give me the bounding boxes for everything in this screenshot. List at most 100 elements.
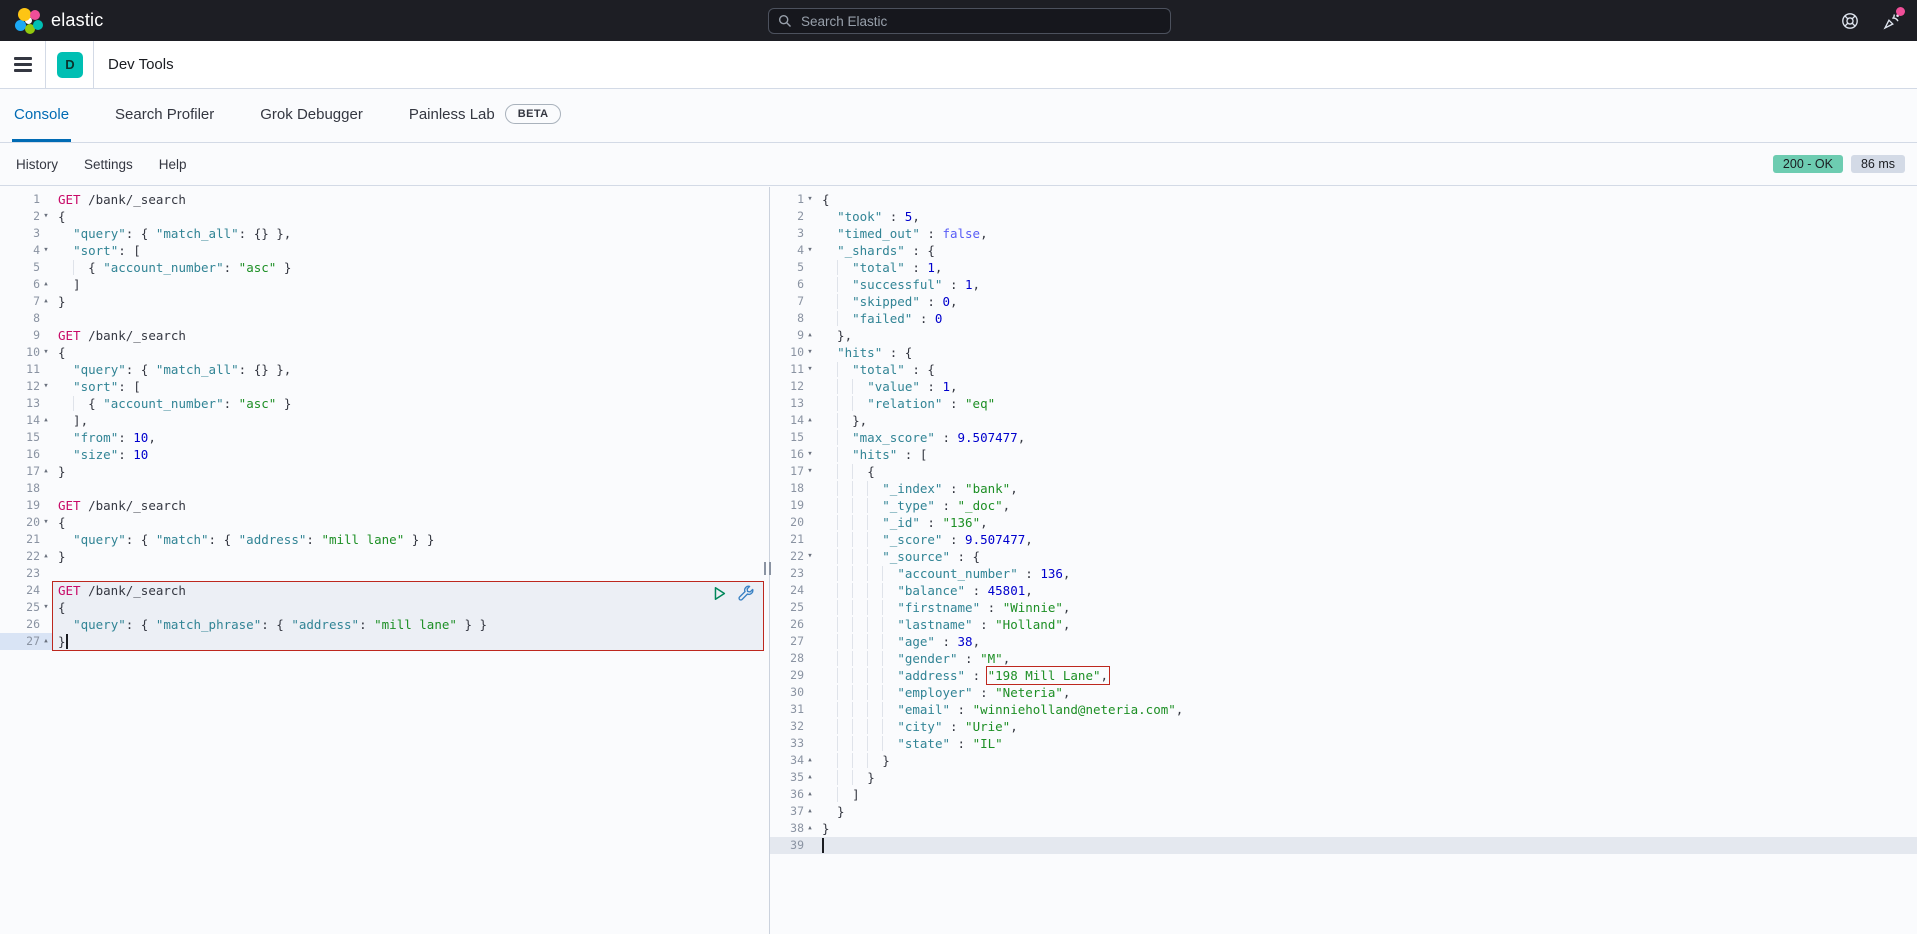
- fold-toggle-icon[interactable]: ▾: [804, 242, 816, 259]
- code-line-7[interactable]: 7 "skipped" : 0,: [770, 293, 1917, 310]
- code-line-6[interactable]: 6 "successful" : 1,: [770, 276, 1917, 293]
- code-line-4[interactable]: 4▾ "_shards" : {: [770, 242, 1917, 259]
- code-line-19[interactable]: 19GET /bank/_search: [0, 497, 769, 514]
- code-line-25[interactable]: 25 "firstname" : "Winnie",: [770, 599, 1917, 616]
- elastic-logo[interactable]: elastic: [0, 7, 260, 35]
- code-line-18[interactable]: 18 "_index" : "bank",: [770, 480, 1917, 497]
- menu-icon[interactable]: [0, 41, 46, 88]
- code-line-22[interactable]: 22▾ "_source" : {: [770, 548, 1917, 565]
- request-editor[interactable]: 1GET /bank/_search2▾{3 "query": { "match…: [0, 187, 770, 934]
- response-editor[interactable]: 1▾{2 "took" : 5,3 "timed_out" : false,4▾…: [770, 187, 1917, 934]
- code-line-13[interactable]: 13 "relation" : "eq": [770, 395, 1917, 412]
- space-badge[interactable]: D: [57, 52, 83, 78]
- code-line-8[interactable]: 8 "failed" : 0: [770, 310, 1917, 327]
- fold-toggle-icon[interactable]: ▴: [40, 293, 52, 310]
- tab-grok-debugger[interactable]: Grok Debugger: [258, 89, 365, 142]
- code-line-17[interactable]: 17▾ {: [770, 463, 1917, 480]
- panel-resize-handle[interactable]: [764, 562, 771, 575]
- fold-toggle-icon[interactable]: ▴: [40, 412, 52, 429]
- code-line-27[interactable]: 27 "age" : 38,: [770, 633, 1917, 650]
- search-input[interactable]: [768, 8, 1171, 34]
- tab-painless-lab[interactable]: Painless Lab BETA: [407, 89, 564, 142]
- code-line-2[interactable]: 2 "took" : 5,: [770, 208, 1917, 225]
- code-line-20[interactable]: 20 "_id" : "136",: [770, 514, 1917, 531]
- code-line-36[interactable]: 36▴ ]: [770, 786, 1917, 803]
- code-line-9[interactable]: 9▴ },: [770, 327, 1917, 344]
- code-line-33[interactable]: 33 "state" : "IL": [770, 735, 1917, 752]
- code-line-26[interactable]: 26 "query": { "match_phrase": { "address…: [0, 616, 769, 633]
- settings-button[interactable]: Settings: [84, 157, 133, 172]
- wrench-icon[interactable]: [738, 585, 755, 602]
- code-line-5[interactable]: 5 { "account_number": "asc" }: [0, 259, 769, 276]
- send-request-button[interactable]: [711, 585, 728, 602]
- code-line-2[interactable]: 2▾{: [0, 208, 769, 225]
- newsfeed-icon[interactable]: [1883, 12, 1901, 30]
- fold-toggle-icon[interactable]: ▴: [804, 803, 816, 820]
- code-line-10[interactable]: 10▾ "hits" : {: [770, 344, 1917, 361]
- code-line-8[interactable]: 8: [0, 310, 769, 327]
- code-line-13[interactable]: 13 { "account_number": "asc" }: [0, 395, 769, 412]
- help-icon[interactable]: [1841, 12, 1859, 30]
- code-line-31[interactable]: 31 "email" : "winnieholland@neteria.com"…: [770, 701, 1917, 718]
- code-line-16[interactable]: 16 "size": 10: [0, 446, 769, 463]
- code-line-19[interactable]: 19 "_type" : "_doc",: [770, 497, 1917, 514]
- code-line-14[interactable]: 14▴ },: [770, 412, 1917, 429]
- help-button[interactable]: Help: [159, 157, 187, 172]
- code-line-24[interactable]: 24 "balance" : 45801,: [770, 582, 1917, 599]
- code-line-23[interactable]: 23: [0, 565, 769, 582]
- fold-toggle-icon[interactable]: ▾: [40, 599, 52, 616]
- code-line-1[interactable]: 1▾{: [770, 191, 1917, 208]
- fold-toggle-icon[interactable]: ▾: [40, 514, 52, 531]
- fold-toggle-icon[interactable]: ▾: [804, 191, 816, 208]
- code-line-21[interactable]: 21 "_score" : 9.507477,: [770, 531, 1917, 548]
- code-line-16[interactable]: 16▾ "hits" : [: [770, 446, 1917, 463]
- code-line-25[interactable]: 25▾{: [0, 599, 769, 616]
- fold-toggle-icon[interactable]: ▴: [804, 769, 816, 786]
- code-line-4[interactable]: 4▾ "sort": [: [0, 242, 769, 259]
- code-line-37[interactable]: 37▴ }: [770, 803, 1917, 820]
- code-line-5[interactable]: 5 "total" : 1,: [770, 259, 1917, 276]
- code-line-9[interactable]: 9GET /bank/_search: [0, 327, 769, 344]
- code-line-10[interactable]: 10▾{: [0, 344, 769, 361]
- fold-toggle-icon[interactable]: ▴: [40, 548, 52, 565]
- fold-toggle-icon[interactable]: ▾: [804, 344, 816, 361]
- code-line-39[interactable]: 39: [770, 837, 1917, 854]
- tab-console[interactable]: Console: [12, 89, 71, 142]
- code-line-24[interactable]: 24GET /bank/_search: [0, 582, 769, 599]
- code-line-6[interactable]: 6▴ ]: [0, 276, 769, 293]
- fold-toggle-icon[interactable]: ▾: [40, 378, 52, 395]
- fold-toggle-icon[interactable]: ▴: [804, 820, 816, 837]
- code-line-27[interactable]: 27▴}: [0, 633, 769, 650]
- code-line-38[interactable]: 38▴}: [770, 820, 1917, 837]
- code-line-26[interactable]: 26 "lastname" : "Holland",: [770, 616, 1917, 633]
- code-line-3[interactable]: 3 "timed_out" : false,: [770, 225, 1917, 242]
- code-line-7[interactable]: 7▴}: [0, 293, 769, 310]
- code-line-32[interactable]: 32 "city" : "Urie",: [770, 718, 1917, 735]
- code-line-29[interactable]: 29 "address" : "198 Mill Lane",: [770, 667, 1917, 684]
- code-line-30[interactable]: 30 "employer" : "Neteria",: [770, 684, 1917, 701]
- fold-toggle-icon[interactable]: ▴: [804, 412, 816, 429]
- fold-toggle-icon[interactable]: ▾: [40, 242, 52, 259]
- history-button[interactable]: History: [16, 157, 58, 172]
- code-line-12[interactable]: 12▾ "sort": [: [0, 378, 769, 395]
- code-line-35[interactable]: 35▴ }: [770, 769, 1917, 786]
- code-line-18[interactable]: 18: [0, 480, 769, 497]
- code-line-20[interactable]: 20▾{: [0, 514, 769, 531]
- fold-toggle-icon[interactable]: ▾: [804, 463, 816, 480]
- fold-toggle-icon[interactable]: ▴: [40, 276, 52, 293]
- code-line-17[interactable]: 17▴}: [0, 463, 769, 480]
- fold-toggle-icon[interactable]: ▴: [804, 327, 816, 344]
- code-line-11[interactable]: 11▾ "total" : {: [770, 361, 1917, 378]
- code-line-34[interactable]: 34▴ }: [770, 752, 1917, 769]
- fold-toggle-icon[interactable]: ▾: [804, 361, 816, 378]
- code-line-23[interactable]: 23 "account_number" : 136,: [770, 565, 1917, 582]
- fold-toggle-icon[interactable]: ▾: [40, 344, 52, 361]
- code-line-21[interactable]: 21 "query": { "match": { "address": "mil…: [0, 531, 769, 548]
- code-line-14[interactable]: 14▴ ],: [0, 412, 769, 429]
- fold-toggle-icon[interactable]: ▾: [804, 548, 816, 565]
- fold-toggle-icon[interactable]: ▴: [804, 752, 816, 769]
- fold-toggle-icon[interactable]: ▴: [804, 786, 816, 803]
- code-line-15[interactable]: 15 "max_score" : 9.507477,: [770, 429, 1917, 446]
- tab-search-profiler[interactable]: Search Profiler: [113, 89, 216, 142]
- code-line-3[interactable]: 3 "query": { "match_all": {} },: [0, 225, 769, 242]
